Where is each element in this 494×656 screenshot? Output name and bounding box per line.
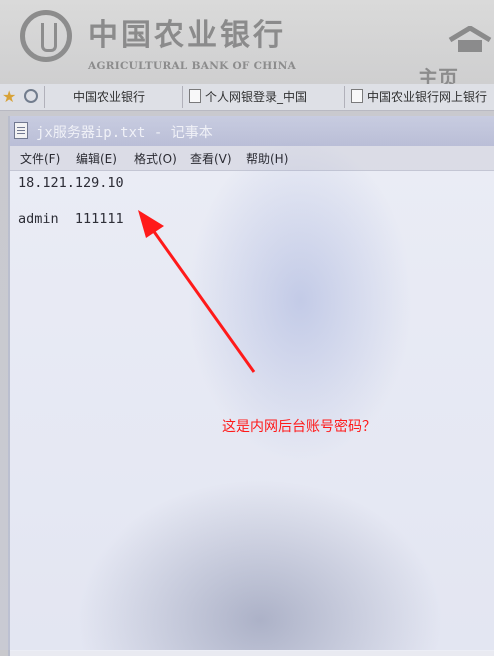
tab-label: 中国农业银行网上银行 [367, 90, 488, 104]
menu-format[interactable]: 格式(O) [134, 150, 177, 167]
notepad-icon [14, 122, 28, 139]
bank-logo [20, 10, 72, 62]
tab-online-banking[interactable]: 中国农业银行网上银行 [344, 86, 494, 108]
notepad-window: jx服务器ip.txt - 记事本 文件(F) 编辑(E) 格式(O) 查看(V… [8, 116, 494, 656]
tab-label: 中国农业银行 [73, 90, 146, 104]
annotation-text: 这是内网后台账号密码？ [222, 419, 376, 435]
tab-abc-home[interactable]: 中国农业银行 [44, 86, 181, 108]
bank-banner: 中国农业银行 AGRICULTURAL BANK OF CHINA 主页 [0, 0, 494, 90]
tab-personal-login[interactable]: 个人网银登录_中国 [182, 86, 343, 108]
text-editor-area[interactable]: 18.121.129.10 admin 111111 [10, 171, 494, 651]
notepad-titlebar[interactable]: jx服务器ip.txt - 记事本 [10, 116, 494, 146]
bank-name-en: AGRICULTURAL BANK OF CHINA [88, 60, 297, 72]
window-title: jx服务器ip.txt - 记事本 [36, 125, 213, 141]
menu-edit[interactable]: 编辑(E) [76, 150, 117, 167]
tab-label: 个人网银登录_中国 [205, 90, 308, 104]
credentials-line: admin 111111 [18, 211, 124, 227]
menu-view[interactable]: 查看(V) [190, 150, 232, 167]
favorites-star-icon[interactable]: ★ [2, 87, 16, 106]
menu-file[interactable]: 文件(F) [20, 150, 60, 167]
page-icon [189, 89, 201, 103]
page-icon [351, 89, 363, 103]
bank-name-cn: 中国农业银行 [88, 18, 286, 53]
home-icon[interactable] [446, 26, 494, 52]
ip-address-line: 18.121.129.10 [18, 175, 124, 191]
menu-bar: 文件(F) 编辑(E) 格式(O) 查看(V) 帮助(H) [10, 146, 494, 171]
browser-tab-bar: ★ 中国农业银行 个人网银登录_中国 中国农业银行网上银行 [0, 84, 494, 111]
menu-help[interactable]: 帮助(H) [246, 150, 288, 167]
globe-icon[interactable] [24, 89, 38, 103]
